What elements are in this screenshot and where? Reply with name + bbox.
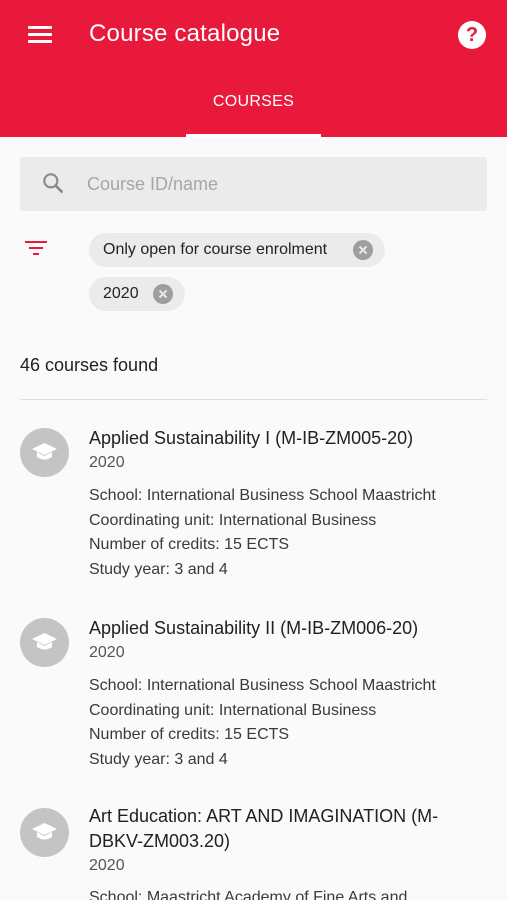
course-coordinating-unit: Coordinating unit: International Busines… <box>89 512 377 529</box>
chip-remove-icon[interactable] <box>353 240 373 260</box>
app-bar: Course catalogue ? COURSES <box>0 0 507 137</box>
course-avatar <box>20 428 69 477</box>
course-study-year: Study year: 3 and 4 <box>89 751 228 768</box>
page-title: Course catalogue <box>89 20 281 47</box>
course-school: School: International Business School Ma… <box>89 677 436 694</box>
results-count: 46 courses found <box>20 355 159 375</box>
filter-icon[interactable] <box>23 236 49 260</box>
course-year: 2020 <box>89 857 125 874</box>
course-title: Applied Sustainability II (M-IB-ZM006-20… <box>89 618 419 638</box>
course-year: 2020 <box>89 644 125 661</box>
graduation-cap-icon <box>32 823 57 840</box>
help-circle-icon[interactable]: ? <box>458 21 486 49</box>
search-input[interactable] <box>87 172 467 196</box>
tab-courses[interactable]: COURSES <box>186 82 321 137</box>
search-icon <box>43 173 63 193</box>
divider <box>20 399 487 400</box>
course-school: School: Maastricht Academy of Fine Arts … <box>89 889 408 900</box>
chip-remove-icon[interactable] <box>153 284 173 304</box>
graduation-cap-icon <box>32 633 57 650</box>
graduation-cap-icon <box>32 443 57 460</box>
course-credits: Number of credits: 15 ECTS <box>89 536 290 553</box>
course-avatar <box>20 808 69 857</box>
course-title: Applied Sustainability I (M-IB-ZM005-20) <box>89 428 414 448</box>
course-study-year: Study year: 3 and 4 <box>89 561 228 578</box>
filter-chip-label: Only open for course enrolment <box>103 241 328 258</box>
filter-chip-label: 2020 <box>103 285 139 302</box>
hamburger-menu-icon[interactable] <box>24 22 56 50</box>
filter-chip-open-enrolment: Only open for course enrolment <box>89 233 385 267</box>
filter-chip-year: 2020 <box>89 277 185 311</box>
course-school: School: International Business School Ma… <box>89 487 436 504</box>
course-credits: Number of credits: 15 ECTS <box>89 726 290 743</box>
course-title: Art Education: ART AND IMAGINATION (M-DB… <box>89 806 439 851</box>
tab-active-indicator <box>186 134 321 137</box>
course-year: 2020 <box>89 454 125 471</box>
course-avatar <box>20 618 69 667</box>
tab-courses-label: COURSES <box>212 93 295 110</box>
course-coordinating-unit: Coordinating unit: International Busines… <box>89 702 377 719</box>
